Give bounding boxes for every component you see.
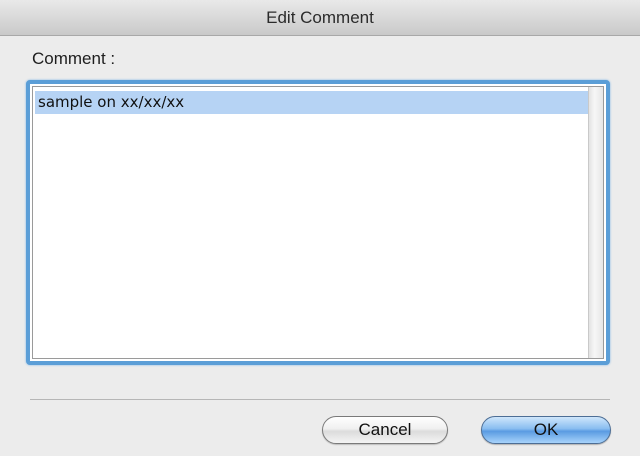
vertical-scrollbar[interactable] xyxy=(588,87,603,358)
edit-comment-dialog: Edit Comment Comment : sample on xx/xx/x… xyxy=(0,0,640,456)
dialog-title: Edit Comment xyxy=(266,8,374,27)
ok-button[interactable]: OK xyxy=(481,416,611,444)
comment-label: Comment : xyxy=(32,49,116,68)
comment-textarea-content[interactable]: sample on xx/xx/xx xyxy=(32,86,604,359)
title-bar[interactable]: Edit Comment xyxy=(0,0,640,36)
divider xyxy=(30,399,610,400)
comment-text-selected[interactable]: sample on xx/xx/xx xyxy=(35,91,592,114)
cancel-button[interactable]: Cancel xyxy=(322,416,448,444)
comment-textarea[interactable]: sample on xx/xx/xx xyxy=(26,80,610,365)
